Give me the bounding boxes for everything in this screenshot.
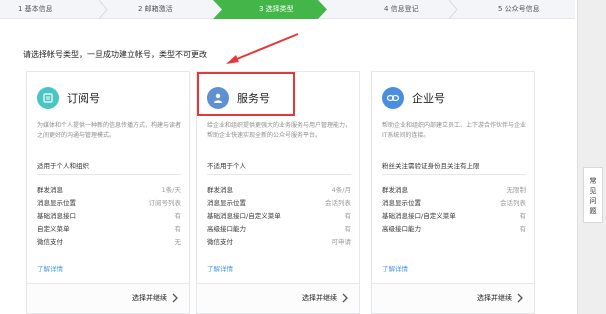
step-separator: [98, 0, 108, 19]
feature-key: 自定义菜单: [37, 225, 70, 233]
learn-more-link[interactable]: 了解详情: [382, 263, 408, 273]
chevron-right-icon: [342, 293, 348, 303]
step-label: 1 基本信息: [18, 5, 53, 13]
account-type-notice: 请选择帐号类型，一旦成功建立帐号，类型不可更改: [23, 50, 207, 59]
feature-value: 无: [174, 238, 182, 246]
enterprise-card: 企业号 帮助企业和组织内部建立员工、上下游合作伙伴与企业IT系统间的连接。 粉丝…: [371, 71, 535, 314]
learn-more-link[interactable]: 了解详情: [207, 263, 233, 273]
feature-row: 群发消息 4条/月: [207, 184, 351, 196]
card-target: 适用于个人和组织: [37, 162, 89, 170]
feature-row: 微信支付 可申请: [207, 236, 351, 248]
step-separator: [448, 0, 458, 19]
highlight-box: [197, 72, 295, 116]
feature-row: 消息显示位置 会话列表: [382, 197, 526, 209]
chevron-right-icon: [172, 293, 178, 303]
choose-continue-button[interactable]: 选择并继续: [302, 293, 349, 303]
card-description: 帮助企业和组织内部建立员工、上下游合作伙伴与企业IT系统间的连接。: [382, 122, 527, 139]
feature-value: 可申请: [331, 238, 352, 246]
feature-row: 微信支付 无: [37, 236, 181, 248]
faq-tab[interactable]: 常见问题: [583, 167, 603, 223]
feature-value: 有: [344, 212, 352, 220]
card-footer: 选择并继续: [27, 283, 189, 313]
choose-label: 选择并继续: [477, 294, 512, 302]
feature-key: 群发消息: [382, 186, 408, 194]
feature-row: 高级接口能力 有: [207, 223, 351, 235]
step-label: 5 公众号信息: [498, 5, 540, 13]
card-target: 粉丝关注需验证身份且关注有上限: [382, 162, 480, 170]
step-label: 3 选择类型: [259, 5, 294, 13]
annotation-arrow: [226, 33, 299, 64]
feature-value: 无限制: [506, 186, 527, 194]
card-footer: 选择并继续: [197, 283, 359, 313]
feature-key: 微信支付: [37, 238, 63, 246]
feature-value: 有: [174, 225, 182, 233]
step-account-info: 5 公众号信息: [458, 0, 575, 19]
faq-tab-label: 常见问题: [589, 177, 597, 215]
choose-continue-button[interactable]: 选择并继续: [477, 293, 524, 303]
chevron-right-icon: [517, 293, 523, 303]
choose-label: 选择并继续: [302, 294, 337, 302]
divider: [207, 174, 351, 175]
feature-key: 高级接口能力: [207, 225, 246, 233]
feature-row: 高级接口能力 有: [382, 223, 526, 235]
side-panel: 常见问题: [577, 0, 606, 314]
divider: [37, 174, 181, 175]
feature-value: 4条/月: [331, 186, 351, 194]
learn-more-link[interactable]: 了解详情: [37, 263, 63, 273]
feature-value: 有: [174, 212, 182, 220]
choose-label: 选择并继续: [132, 294, 167, 302]
feature-value: 1条/天: [161, 186, 181, 194]
feature-value: 有: [344, 225, 352, 233]
feature-key: 基础消息接口/自定义菜单: [207, 212, 281, 220]
step-basic-info: 1 基本信息: [18, 0, 98, 19]
step-separator: [318, 0, 328, 19]
feature-value: 会话列表: [500, 199, 526, 207]
step-select-type: 3 选择类型: [213, 0, 318, 19]
card-description: 为媒体和个人提供一种新的信息传播方式，构建与读者之间更好的沟通与管理模式。: [37, 122, 182, 139]
feature-key: 消息显示位置: [207, 199, 246, 207]
feature-row: 自定义菜单 有: [37, 223, 181, 235]
subscription-icon: [37, 87, 59, 109]
feature-value: 有: [519, 225, 527, 233]
enterprise-icon: [382, 87, 404, 109]
step-separator: [213, 0, 223, 19]
feature-key: 微信支付: [207, 238, 233, 246]
subscription-card: 订阅号 为媒体和个人提供一种新的信息传播方式，构建与读者之间更好的沟通与管理模式…: [26, 71, 190, 314]
feature-value: 有: [519, 212, 527, 220]
card-footer: 选择并继续: [372, 283, 534, 313]
feature-key: 群发消息: [37, 186, 63, 194]
feature-key: 群发消息: [207, 186, 233, 194]
feature-key: 消息显示位置: [37, 199, 76, 207]
feature-row: 基础消息接口 有: [37, 210, 181, 222]
feature-row: 群发消息 1条/天: [37, 184, 181, 196]
feature-value: 订阅号列表: [148, 199, 182, 207]
feature-row: 基础消息接口/自定义菜单 有: [382, 210, 526, 222]
feature-row: 消息显示位置 会话列表: [207, 197, 351, 209]
step-label: 4 信息登记: [384, 5, 419, 13]
feature-key: 基础消息接口: [37, 212, 76, 220]
card-title: 企业号: [412, 92, 445, 105]
feature-value: 会话列表: [325, 199, 351, 207]
feature-row: 群发消息 无限制: [382, 184, 526, 196]
steps-bar: 1 基本信息 2 邮箱激活 3 选择类型 4 信息登记 5 公众号信息: [0, 0, 575, 19]
card-description: 给企业和组织提供更强大的业务服务与用户管理能力，帮助企业快速实现全新的公众号服务…: [207, 122, 352, 139]
feature-row: 消息显示位置 订阅号列表: [37, 197, 181, 209]
step-info-register: 4 信息登记: [328, 0, 448, 19]
step-label: 2 邮箱激活: [138, 5, 173, 13]
feature-key: 消息显示位置: [382, 199, 421, 207]
divider: [382, 174, 526, 175]
feature-key: 高级接口能力: [382, 225, 421, 233]
card-target: 不适用于个人: [207, 162, 246, 170]
feature-row: 基础消息接口/自定义菜单 有: [207, 210, 351, 222]
card-title: 订阅号: [67, 92, 100, 105]
step-email-activate: 2 邮箱激活: [108, 0, 213, 19]
feature-key: 基础消息接口/自定义菜单: [382, 212, 456, 220]
choose-continue-button[interactable]: 选择并继续: [132, 293, 179, 303]
